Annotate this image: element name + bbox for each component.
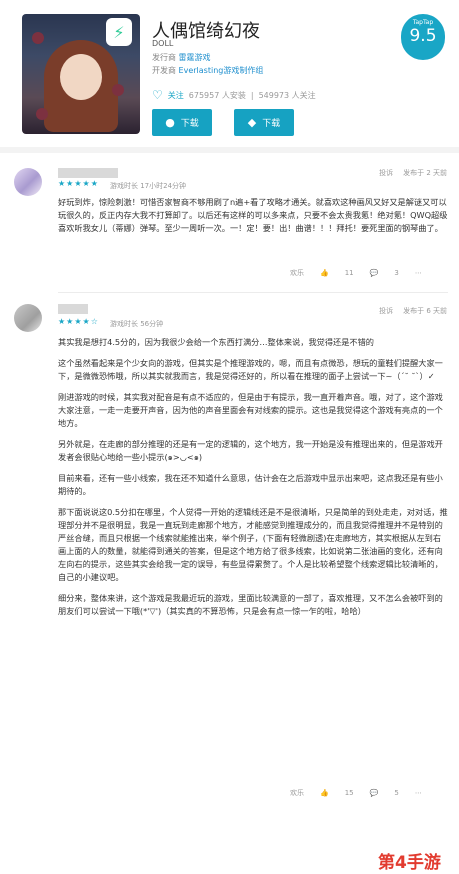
avatar[interactable] — [14, 168, 42, 196]
report-link[interactable]: 投诉 — [379, 168, 393, 178]
thumb-up-icon[interactable]: 👍 — [320, 269, 329, 277]
more-icon[interactable]: ⋯ — [415, 789, 422, 797]
review-paragraph: 其实我是想打4.5分的，因为我很少会给一个东西打满分…整体来说，我觉得还是不错的 — [58, 337, 374, 347]
follower-count: 549973 人关注 — [258, 90, 316, 100]
heart-icon[interactable]: ♡ — [152, 88, 163, 102]
username-blurred[interactable] — [58, 168, 118, 178]
stats-separator: | — [250, 90, 254, 100]
review-body: 其实我是想打4.5分的，因为我很少会给一个东西打满分…整体来说，我觉得还是不错的… — [58, 336, 448, 626]
install-count: 675957 人安装 — [188, 90, 246, 100]
review-paragraph: 细分来，整体来讲，这个游戏是我最近玩的游戏，里面比较满意的一部了，喜欢推理，又不… — [58, 593, 443, 616]
comment-icon[interactable]: 💬 — [370, 789, 379, 797]
review-divider — [58, 292, 448, 293]
score-label: TapTap — [412, 19, 434, 26]
play-time: 游戏时长 17小时24分钟 — [110, 182, 187, 190]
review-card: ★★★★☆ 游戏时长 56分钟 投诉 发布于 6 天前 其实我是想打4.5分的，… — [0, 298, 459, 808]
android-icon: ● — [165, 116, 175, 129]
download-label: 下载 — [180, 119, 199, 129]
app-review-page: ⚡ 人偶馆绮幻夜 DOLL 发行商 雷霆游戏 开发商 Everlasting游戏… — [0, 0, 459, 874]
like-count: 15 — [344, 789, 354, 797]
lightning-icon: ⚡ — [106, 18, 132, 46]
comment-icon[interactable]: 💬 — [370, 269, 379, 277]
avatar[interactable] — [14, 304, 42, 332]
review-paragraph: 这个虽然看起来是个少女向的游戏，但其实是个推理游戏的，嗯，而且有点微恐，想玩的童… — [58, 358, 443, 381]
publisher-row: 发行商 雷霆游戏 — [152, 52, 211, 63]
thumb-up-icon[interactable]: 👍 — [320, 789, 329, 797]
review-card: ★★★★★ 游戏时长 17小时24分钟 投诉 发布于 2 天前 好玩到炸，惊险刺… — [0, 160, 459, 290]
developer-key: 开发商 — [152, 66, 176, 75]
watermark-logo: 第4手游 — [378, 853, 441, 873]
comment-count: 3 — [394, 269, 399, 277]
review-meta-right: 投诉 发布于 6 天前 — [379, 306, 447, 316]
cover-face — [60, 54, 102, 100]
report-link[interactable]: 投诉 — [379, 306, 393, 316]
review-paragraph: 目前来看，还有一些小线索，我在还不知道什么意思，估计会在之后游戏中显示出来吧，这… — [58, 473, 443, 496]
app-subtitle: DOLL — [152, 39, 174, 48]
follow-button[interactable]: 关注 — [168, 90, 184, 101]
rose-icon — [32, 32, 44, 44]
rating-stars: ★★★★☆ — [58, 317, 99, 326]
review-actions: 欢乐 👍 15 💬 5 ⋯ — [290, 788, 422, 798]
section-divider — [0, 147, 459, 153]
download-android-button[interactable]: ● 下载 — [152, 109, 212, 136]
download-ios-button[interactable]: ◆ 下载 — [234, 109, 294, 136]
username-blurred[interactable] — [58, 304, 88, 314]
publisher-key: 发行商 — [152, 53, 176, 62]
score-value: 9.5 — [409, 26, 437, 46]
download-label: 下载 — [262, 119, 281, 129]
rating-stars: ★★★★★ — [58, 179, 99, 188]
play-time: 游戏时长 56分钟 — [110, 320, 164, 328]
review-meta-right: 投诉 发布于 2 天前 — [379, 168, 447, 178]
review-paragraph: 刚进游戏的时候，其实我对配音是有点不适应的，但是由于有提示，我一直开着声音。哦，… — [58, 392, 443, 428]
apple-icon: ◆ — [247, 116, 257, 129]
like-count: 11 — [344, 269, 354, 277]
score-badge: TapTap 9.5 — [401, 14, 445, 60]
comment-count: 5 — [394, 789, 399, 797]
app-header: ⚡ 人偶馆绮幻夜 DOLL 发行商 雷霆游戏 开发商 Everlasting游戏… — [0, 0, 459, 148]
rose-icon — [112, 84, 124, 96]
happy-button[interactable]: 欢乐 — [290, 788, 304, 798]
happy-button[interactable]: 欢乐 — [290, 268, 304, 278]
review-paragraph: 另外就是，在走廊的部分推理的还是有一定的逻辑的，这个地方，我一开始是没有推理出来… — [58, 439, 443, 462]
review-paragraph: 好玩到炸，惊险刺激！可惜否家智商不够用刷了n遍+看了攻略才通关。就喜欢这种画风又… — [58, 197, 448, 233]
review-paragraph: 那下面说说这0.5分扣在哪里，个人觉得一开始的逻辑线还是不是很清晰，只是简单的到… — [58, 507, 448, 582]
more-icon[interactable]: ⋯ — [415, 269, 422, 277]
developer-row: 开发商 Everlasting游戏制作组 — [152, 65, 263, 76]
review-body: 好玩到炸，惊险刺激！可惜否家智商不够用刷了n遍+看了攻略才通关。就喜欢这种画风又… — [58, 196, 448, 243]
stats-row: ♡ 关注 675957 人安装 | 549973 人关注 — [152, 88, 316, 102]
post-time: 发布于 2 天前 — [403, 169, 447, 177]
developer-link[interactable]: Everlasting游戏制作组 — [179, 66, 264, 75]
review-actions: 欢乐 👍 11 💬 3 ⋯ — [290, 268, 422, 278]
rose-icon — [36, 108, 48, 120]
publisher-link[interactable]: 雷霆游戏 — [179, 53, 211, 62]
post-time: 发布于 6 天前 — [403, 307, 447, 315]
